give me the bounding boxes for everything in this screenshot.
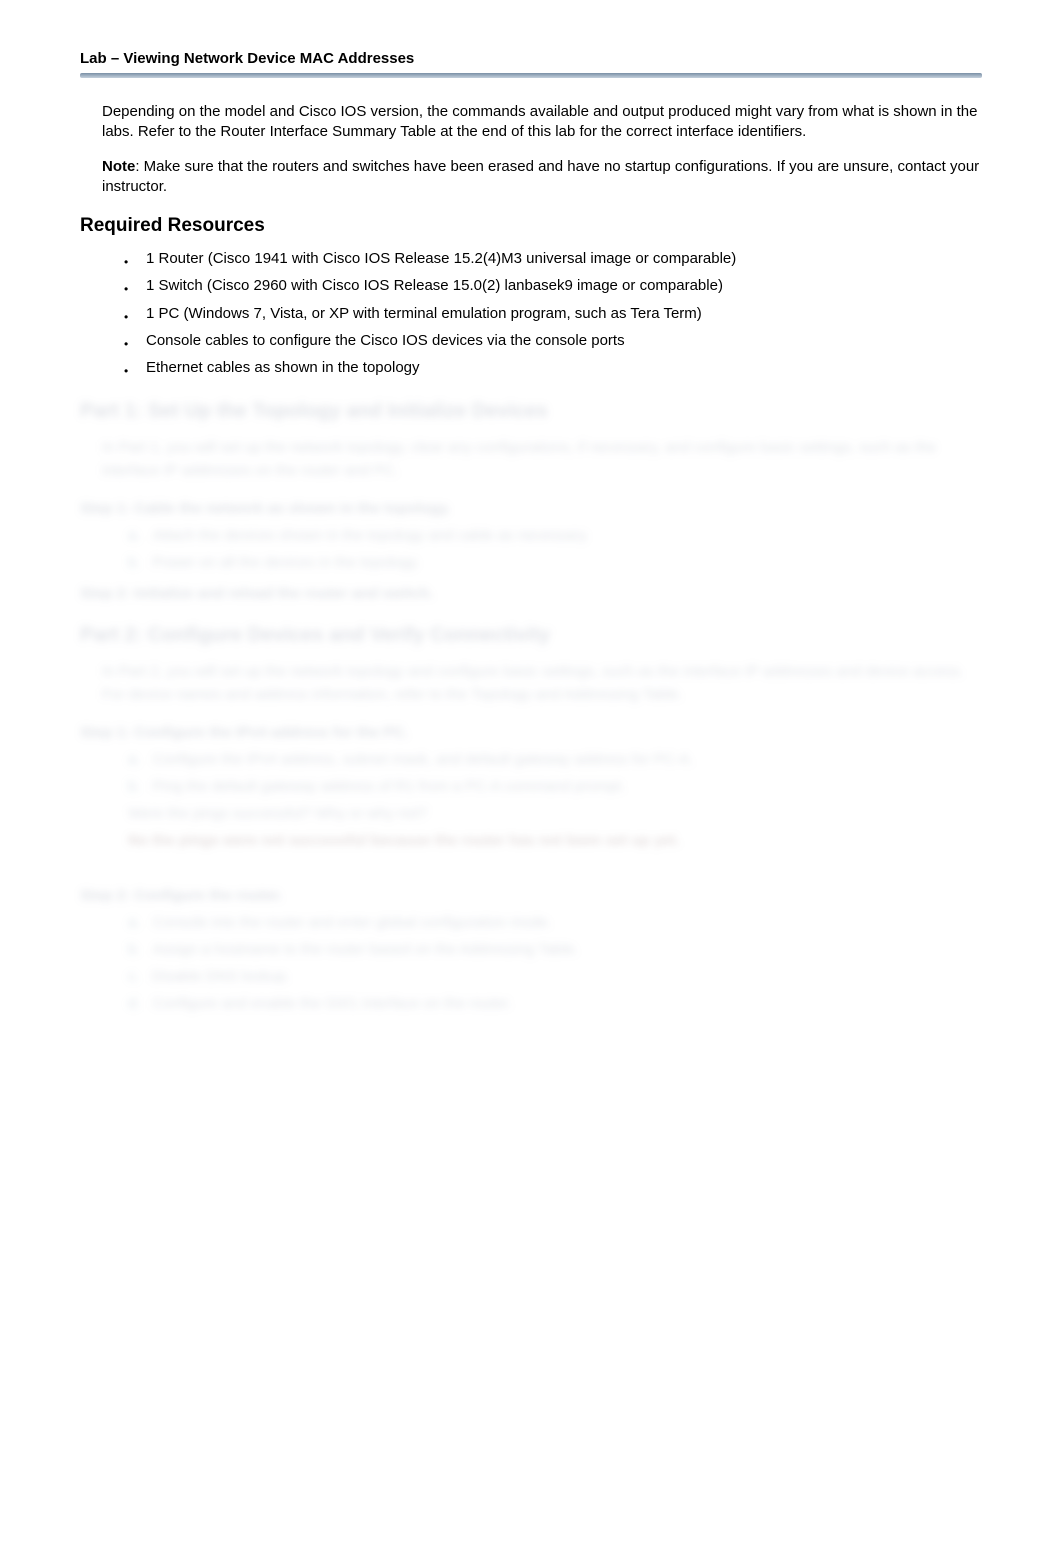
list-item: Ethernet cables as shown in the topology <box>124 358 982 378</box>
step4-b-blurred: b.Assign a hostname to the router based … <box>128 941 982 958</box>
step4-c-blurred: c.Disable DNS lookup. <box>128 968 982 985</box>
step1-heading-blurred: Step 1: Cable the network as shown in th… <box>80 500 982 517</box>
note-text: : Make sure that the routers and switche… <box>102 158 979 195</box>
list-item: 1 PC (Windows 7, Vista, or XP with termi… <box>124 304 982 324</box>
part2-heading-blurred: Part 2: Configure Devices and Verify Con… <box>80 624 982 647</box>
header-divider <box>80 73 982 78</box>
step1-b-blurred: b.Power on all the devices in the topolo… <box>128 554 982 571</box>
blank-line-blurred <box>128 859 982 873</box>
step4-heading-blurred: Step 2: Configure the router. <box>80 887 982 904</box>
required-resources-heading: Required Resources <box>80 215 982 237</box>
required-resources-list: 1 Router (Cisco 1941 with Cisco IOS Rele… <box>124 249 982 378</box>
step3-b-blurred: b.Ping the default gateway address of R1… <box>128 778 982 795</box>
list-item: 1 Switch (Cisco 2960 with Cisco IOS Rele… <box>124 276 982 296</box>
list-item: Console cables to configure the Cisco IO… <box>124 331 982 351</box>
lab-title: Lab – Viewing Network Device MAC Address… <box>80 50 982 67</box>
step4-a-blurred: a.Console into the router and enter glob… <box>128 914 982 931</box>
note-label: Note <box>102 158 135 175</box>
part1-heading-blurred: Part 1: Set Up the Topology and Initiali… <box>80 400 982 423</box>
step1-a-blurred: a.Attach the devices shown in the topolo… <box>128 527 982 544</box>
step3-question-blurred: Were the pings successful? Why or why no… <box>128 805 982 822</box>
step3-heading-blurred: Step 1: Configure the IPv4 address for t… <box>80 724 982 741</box>
step3-answer-blurred: No the pings were not successful because… <box>128 832 982 849</box>
step3-a-blurred: a.Configure the IPv4 address, subnet mas… <box>128 751 982 768</box>
part1-paragraph-blurred: In Part 1, you will set up the network t… <box>102 437 982 482</box>
step4-d-blurred: d.Configure and enable the G0/1 interfac… <box>128 995 982 1012</box>
part2-paragraph-blurred: In Part 2, you will set up the network t… <box>102 661 982 706</box>
intro-paragraph-note: Note: Make sure that the routers and swi… <box>102 157 982 198</box>
step2-heading-blurred: Step 2: Initialize and reload the router… <box>80 585 982 602</box>
list-item: 1 Router (Cisco 1941 with Cisco IOS Rele… <box>124 249 982 269</box>
intro-paragraph-1: Depending on the model and Cisco IOS ver… <box>102 102 982 143</box>
